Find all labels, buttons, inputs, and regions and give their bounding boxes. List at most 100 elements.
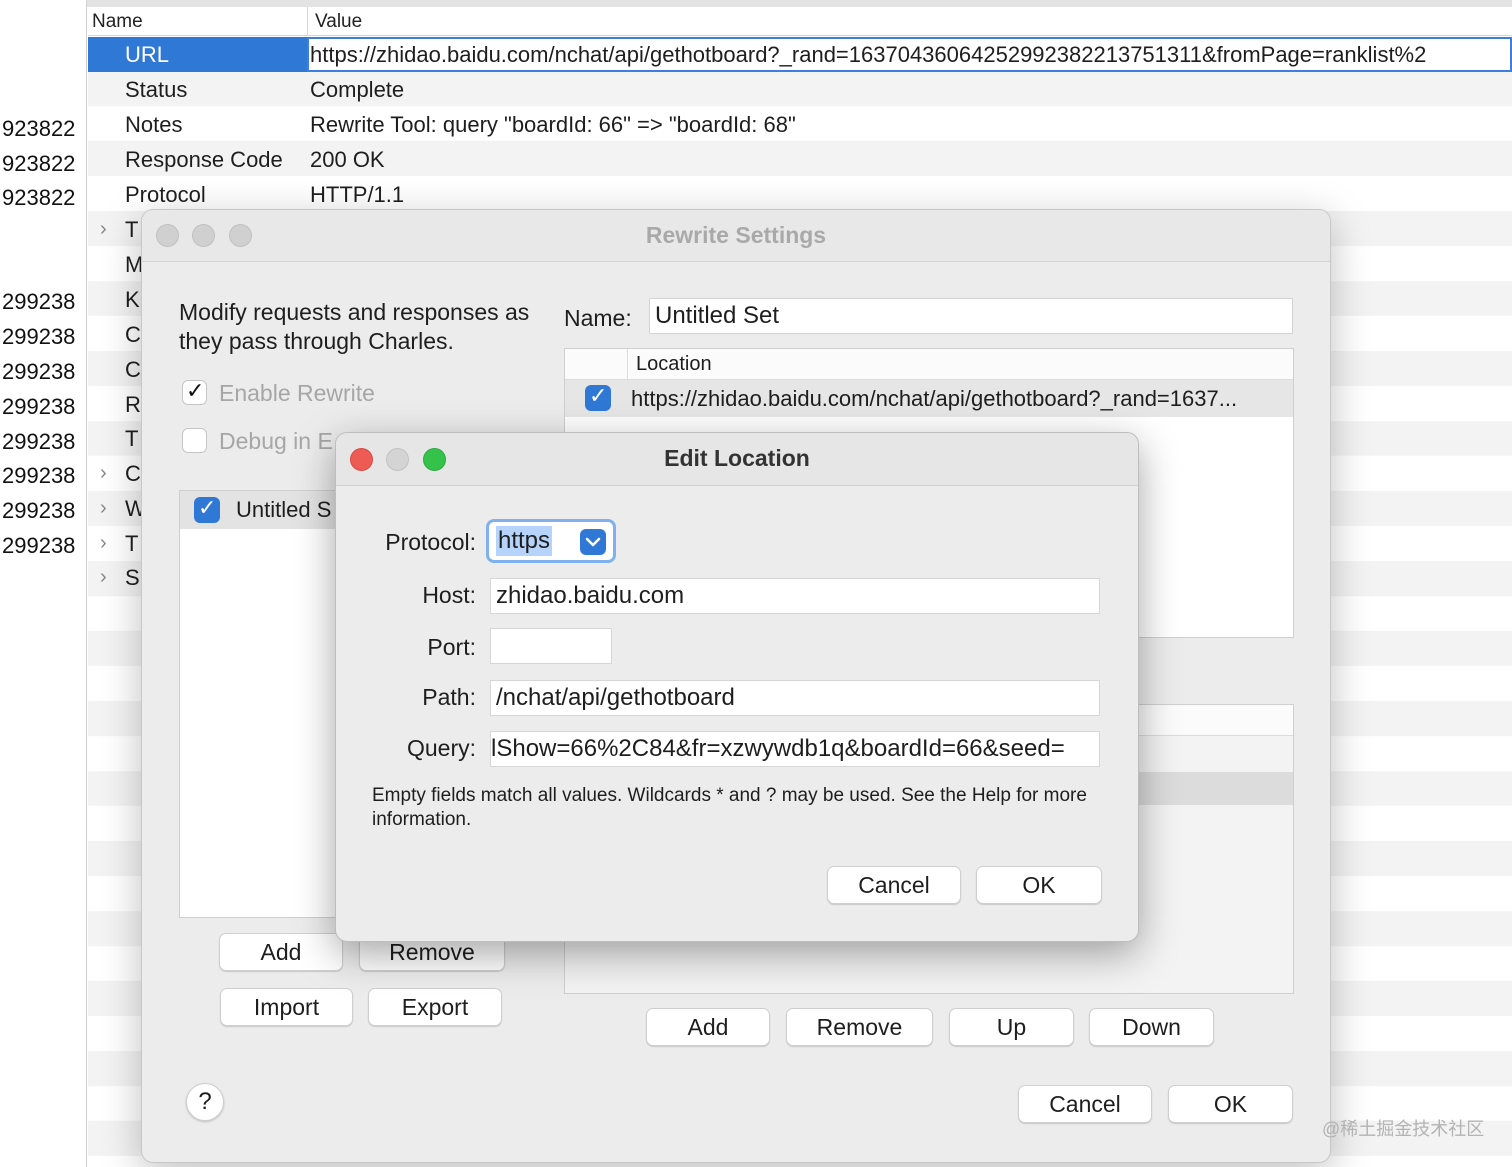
table-header: Name Value xyxy=(88,7,1512,36)
sequence-number: 299238 xyxy=(2,429,76,454)
tree-item-label: T xyxy=(125,426,139,451)
row-name: Notes xyxy=(125,112,183,137)
location-value: https://zhidao.baidu.com/nchat/api/getho… xyxy=(631,386,1238,411)
sequence-number: 923822 xyxy=(2,151,76,176)
enable-rewrite-label: Enable Rewrite xyxy=(219,380,375,406)
chevron-right-icon[interactable]: › xyxy=(100,462,107,485)
table-row[interactable]: Status Complete xyxy=(88,72,1512,107)
tree-item[interactable]: › C xyxy=(88,456,148,491)
row-value: HTTP/1.1 xyxy=(310,182,405,207)
sequence-column: 923822 923822 923822 299238 299238 29923… xyxy=(0,0,87,1167)
tree-item[interactable]: K xyxy=(88,282,148,317)
import-button[interactable]: Import xyxy=(220,988,353,1026)
port-label: Port: xyxy=(427,634,476,660)
top-strip xyxy=(0,0,1512,7)
protocol-value: https xyxy=(496,526,553,556)
header-name[interactable]: Name xyxy=(92,7,143,36)
dialog-title: Edit Location xyxy=(664,445,810,471)
chevron-right-icon[interactable]: › xyxy=(100,566,107,589)
location-add-button[interactable]: Add xyxy=(646,1008,770,1046)
help-button[interactable]: ? xyxy=(186,1083,224,1121)
tree-item[interactable]: › W xyxy=(88,491,148,526)
sequence-number: 923822 xyxy=(2,116,76,141)
table-row[interactable]: Protocol HTTP/1.1 xyxy=(88,177,1512,212)
sequence-number: 299238 xyxy=(2,359,76,384)
row-value: Complete xyxy=(310,77,405,102)
tree-item-label: T xyxy=(125,217,139,242)
row-name: Status xyxy=(125,77,188,102)
tree-item[interactable]: › T xyxy=(88,212,148,247)
tree-item[interactable]: T xyxy=(88,421,148,456)
tree-item-label: C xyxy=(125,357,141,382)
location-table-header: Location xyxy=(565,349,1293,380)
path-input[interactable]: /nchat/api/gethotboard xyxy=(490,680,1100,716)
sequence-number: 299238 xyxy=(2,394,76,419)
checkbox-checked-icon[interactable] xyxy=(585,383,611,411)
chevron-down-icon[interactable] xyxy=(580,529,606,555)
sequence-number: 299238 xyxy=(2,289,76,314)
row-value: 200 OK xyxy=(310,147,385,172)
export-button[interactable]: Export xyxy=(368,988,502,1026)
sequence-number: 299238 xyxy=(2,498,76,523)
table-row[interactable]: URL https://zhidao.baidu.com/nchat/api/g… xyxy=(88,37,1512,72)
tree-item[interactable]: › S xyxy=(88,560,148,595)
location-down-button[interactable]: Down xyxy=(1089,1008,1214,1046)
path-label: Path: xyxy=(422,684,476,710)
tree-item-label: S xyxy=(125,565,140,590)
hint-text: Empty fields match all values. Wildcards… xyxy=(372,785,1087,830)
table-row[interactable]: Notes Rewrite Tool: query "boardId: 66" … xyxy=(88,107,1512,142)
port-input[interactable] xyxy=(490,628,612,664)
host-label: Host: xyxy=(422,582,476,608)
location-header[interactable]: Location xyxy=(636,349,712,380)
set-name-input[interactable]: Untitled Set xyxy=(649,298,1293,334)
debug-label: Debug in E xyxy=(219,428,333,454)
sequence-number: 923822 xyxy=(2,185,76,210)
row-value: https://zhidao.baidu.com/nchat/api/getho… xyxy=(310,42,1427,67)
query-label: Query: xyxy=(406,735,476,761)
checkbox-checked-icon[interactable] xyxy=(194,495,220,523)
query-input[interactable]: lShow=66%2C84&fr=xzwywdb1q&boardId=66&se… xyxy=(490,731,1100,767)
checkbox-checked-icon[interactable] xyxy=(182,378,207,405)
sets-add-button[interactable]: Add xyxy=(219,933,343,971)
description-text: Modify requests and responses as they pa… xyxy=(179,299,530,354)
header-divider xyxy=(307,7,308,36)
tree-item-label: K xyxy=(125,287,140,312)
header-divider xyxy=(627,349,628,380)
protocol-label: Protocol: xyxy=(385,529,476,555)
chevron-right-icon[interactable]: › xyxy=(100,497,107,520)
sequence-number: 299238 xyxy=(2,324,76,349)
window-title: Rewrite Settings xyxy=(645,222,827,248)
location-up-button[interactable]: Up xyxy=(949,1008,1074,1046)
cancel-button[interactable]: Cancel xyxy=(1018,1085,1152,1123)
dialog-cancel-button[interactable]: Cancel xyxy=(827,866,961,904)
tree-item[interactable]: C xyxy=(88,317,148,352)
window-titlebar: Rewrite Settings xyxy=(142,210,1330,262)
tree-item-label: T xyxy=(125,531,139,556)
tree-item-label: C xyxy=(125,461,141,486)
sequence-number: 299238 xyxy=(2,533,76,558)
ok-button[interactable]: OK xyxy=(1168,1085,1293,1123)
table-row[interactable]: Response Code 200 OK xyxy=(88,142,1512,177)
host-input[interactable]: zhidao.baidu.com xyxy=(490,578,1100,614)
header-value[interactable]: Value xyxy=(315,7,362,36)
tree-item-label: C xyxy=(125,322,141,347)
row-name: URL xyxy=(125,42,170,67)
protocol-select[interactable]: https xyxy=(486,519,616,563)
tree-item-label: R xyxy=(125,392,141,417)
table-row[interactable]: https://zhidao.baidu.com/nchat/api/getho… xyxy=(565,380,1293,417)
tree-item[interactable]: R xyxy=(88,387,148,422)
row-name: Response Code xyxy=(125,147,283,172)
row-name: Protocol xyxy=(125,182,206,207)
row-value: Rewrite Tool: query "boardId: 66" => "bo… xyxy=(310,112,796,137)
dialog-ok-button[interactable]: OK xyxy=(976,866,1102,904)
tree-item[interactable]: M xyxy=(88,247,148,282)
location-remove-button[interactable]: Remove xyxy=(786,1008,933,1046)
name-label: Name: xyxy=(564,305,632,331)
tree-item[interactable]: › T xyxy=(88,526,148,561)
dialog-titlebar: Edit Location xyxy=(336,433,1138,486)
tree-item[interactable]: C xyxy=(88,352,148,387)
checkbox-unchecked-icon[interactable] xyxy=(182,428,207,453)
edit-location-dialog: Edit Location Protocol: https Host: zhid… xyxy=(335,432,1139,942)
chevron-right-icon[interactable]: › xyxy=(100,218,107,241)
chevron-right-icon[interactable]: › xyxy=(100,532,107,555)
